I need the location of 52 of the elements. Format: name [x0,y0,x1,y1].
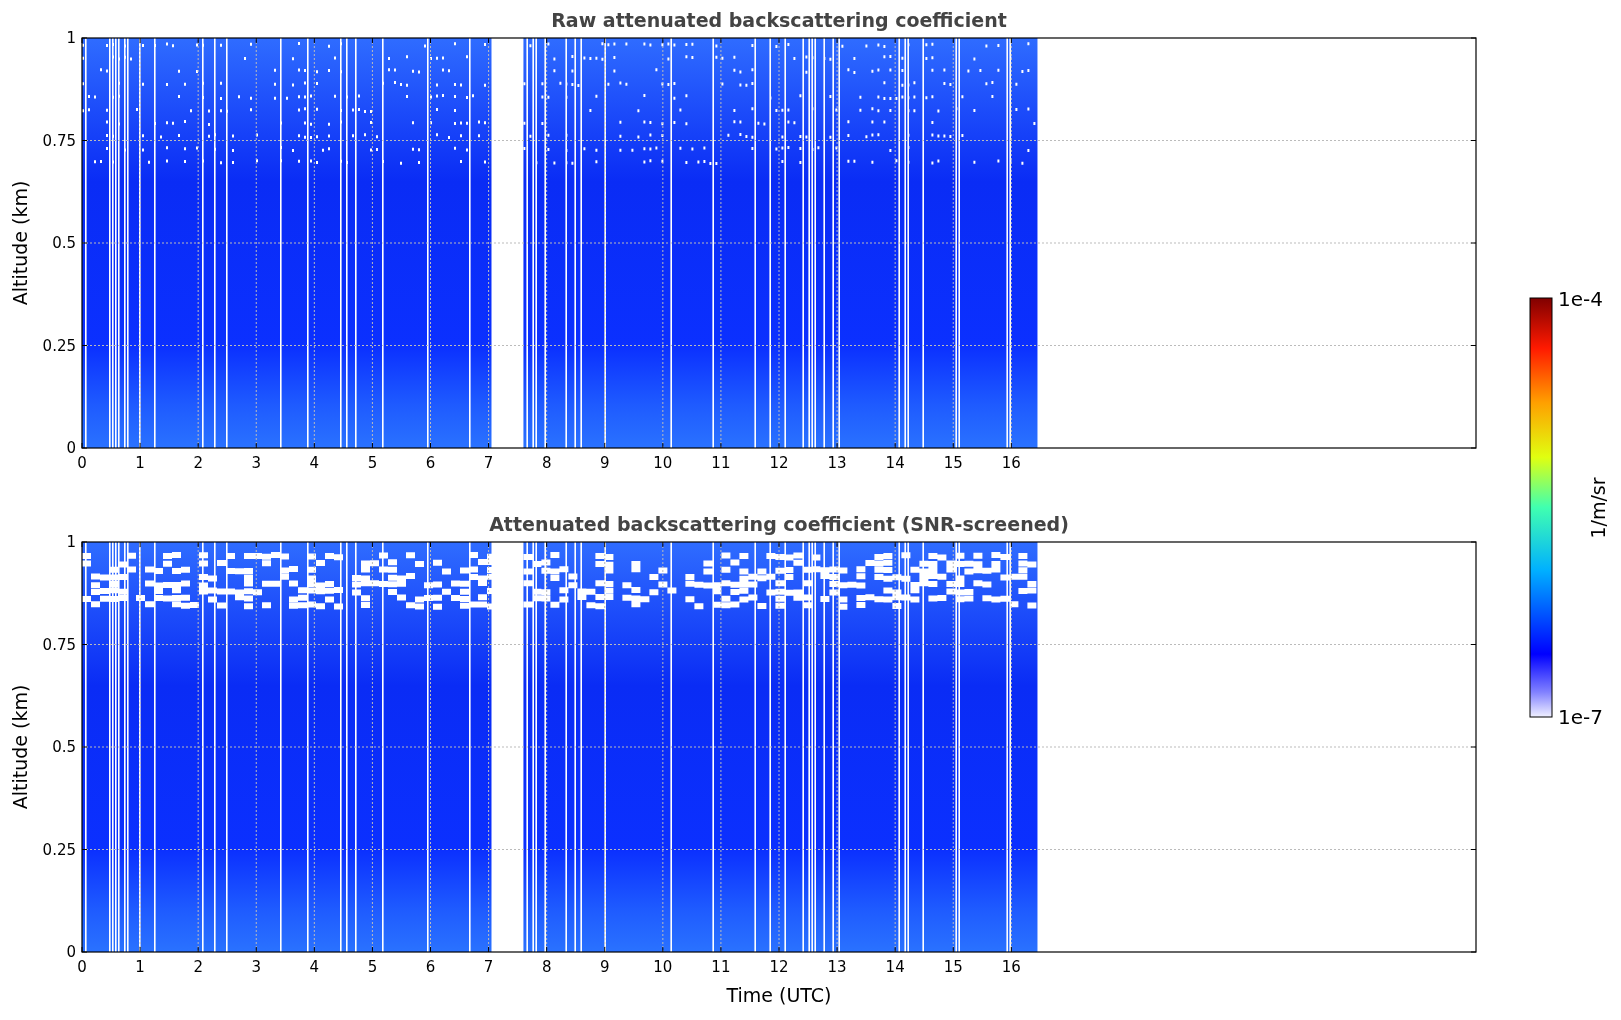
y-tick-label: 0.75 [42,635,76,654]
y-axis-label: Altitude (km) [9,684,31,810]
y-tick-label: 0.25 [42,840,76,859]
x-tick-label: 0 [77,958,87,976]
y-tick-label: 0 [66,943,76,961]
x-tick-label: 13 [827,454,847,472]
x-tick-label: 4 [309,454,320,472]
x-tick-label: 10 [653,454,673,472]
plot-title: Attenuated backscattering coefficient (SNR-screened) [489,513,1069,535]
x-tick-label: 2 [193,958,203,976]
x-tick-label: 8 [541,958,552,976]
x-tick-label: 3 [251,454,261,472]
x-tick-label: 5 [367,454,378,472]
x-tick-label: 4 [309,958,320,976]
x-tick-label: 0 [77,454,87,472]
x-tick-label: 10 [653,958,673,976]
x-tick-label: 16 [1001,958,1021,976]
x-tick-label: 12 [769,454,789,472]
x-tick-label: 6 [425,454,436,472]
x-tick-label: 8 [541,454,552,472]
x-tick-label: 1 [135,454,145,472]
y-tick-label: 0 [66,439,76,457]
y-tick-label: 1 [66,533,76,551]
colorbar-label: 1/m/sr [1587,477,1609,539]
x-tick-label: 2 [193,454,203,472]
y-tick-label: 0.5 [52,738,76,756]
x-tick-label: 1 [135,958,145,976]
x-tick-label: 15 [943,958,963,976]
x-tick-label: 9 [600,958,610,976]
x-tick-label: 5 [367,958,378,976]
y-axis-label: Altitude (km) [9,180,31,306]
x-tick-label: 11 [711,454,731,472]
x-tick-label: 3 [251,958,261,976]
x-tick-label: 9 [600,454,610,472]
x-tick-label: 12 [769,958,789,976]
x-axis-label: Time (UTC) [726,984,832,1006]
x-tick-label: 7 [483,958,494,976]
x-tick-label: 14 [885,454,905,472]
colorbar-max-label: 1e-4 [1558,287,1603,311]
x-tick-label: 13 [827,958,847,976]
y-tick-label: 1 [66,29,76,47]
x-tick-label: 14 [885,958,905,976]
plot-title: Raw attenuated backscattering coefficient [551,9,1007,31]
x-tick-label: 16 [1001,454,1021,472]
x-tick-label: 11 [711,958,731,976]
y-tick-label: 0.75 [42,131,76,150]
colorbar-min-label: 1e-7 [1558,705,1603,729]
x-tick-label: 15 [943,454,963,472]
y-tick-label: 0.5 [52,234,76,252]
x-tick-label: 7 [483,454,494,472]
y-tick-label: 0.25 [42,336,76,355]
x-tick-label: 6 [425,958,436,976]
